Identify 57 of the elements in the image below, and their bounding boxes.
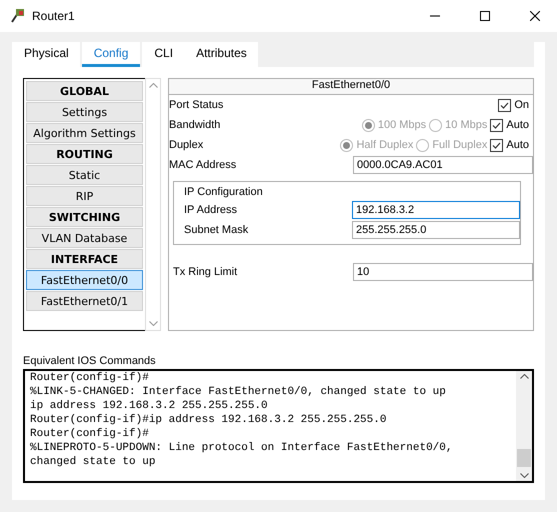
radio-label: 100 Mbps: [378, 119, 426, 131]
scroll-thumb[interactable]: [517, 449, 531, 467]
section-header[interactable]: GLOBAL: [26, 81, 143, 101]
checkbox[interactable]: [490, 118, 504, 132]
panel-title: FastEthernet0/0: [169, 79, 533, 95]
sidebar-item[interactable]: Static: [26, 165, 143, 185]
console-label: Equivalent IOS Commands: [23, 355, 157, 367]
console-line: Router(config-if)#: [30, 427, 150, 441]
field-label: IP Address: [184, 204, 238, 216]
window-title: Router1: [32, 9, 76, 23]
tab[interactable]: Config: [82, 42, 140, 67]
console-line: Router(config-if)#ip address 192.168.3.2 255.255.255.0: [30, 413, 388, 427]
radio-label: Full Duplex: [432, 139, 488, 151]
checkbox[interactable]: [498, 98, 512, 112]
maximize-icon[interactable]: [480, 11, 490, 21]
sidebar-item[interactable]: VLAN Database: [26, 228, 143, 248]
router-icon: [10, 8, 26, 24]
sidebar-item[interactable]: FastEthernet0/0: [26, 270, 143, 290]
sidebar-item[interactable]: Algorithm Settings: [26, 123, 143, 143]
tab[interactable]: Physical: [12, 42, 80, 67]
console-line: %LINK-5-CHANGED: Interface FastEthernet0/0, changed state to up: [30, 385, 447, 399]
scroll-up-icon[interactable]: [520, 374, 528, 379]
checkbox[interactable]: [490, 138, 504, 152]
console-line: ip address 192.168.3.2 255.255.255.0: [30, 399, 269, 413]
field-label: Tx Ring Limit: [173, 266, 238, 278]
tab[interactable]: CLI: [142, 42, 184, 67]
mac-address-field[interactable]: 0000.0CA9.AC01: [353, 156, 533, 174]
sidebar-item[interactable]: FastEthernet0/1: [26, 291, 143, 311]
scroll-up-icon[interactable]: [148, 83, 158, 88]
section-header[interactable]: SWITCHING: [26, 207, 143, 227]
section-header[interactable]: ROUTING: [26, 144, 143, 164]
tx-ring-limit-field[interactable]: 10: [353, 263, 533, 281]
scrollbar[interactable]: [516, 371, 532, 481]
console-line: %LINEPROTO-5-UPDOWN: Line protocol on Interface FastEthernet0/0,: [30, 441, 454, 455]
checkbox-label: On: [514, 99, 529, 111]
checkbox-label: Auto: [506, 139, 529, 151]
field-label: Subnet Mask: [184, 224, 250, 236]
sidebar-item[interactable]: RIP: [26, 186, 143, 206]
console-line: Router(config-if)#: [30, 371, 150, 385]
scrollbar[interactable]: [145, 78, 161, 331]
close-icon[interactable]: [530, 11, 540, 21]
checkbox-label: Auto: [506, 119, 529, 131]
console-line: changed state to up: [30, 455, 156, 469]
group-title: IP Configuration: [184, 186, 264, 198]
ip-address-field[interactable]: 192.168.3.2: [352, 201, 520, 219]
sidebar-item[interactable]: Settings: [26, 102, 143, 122]
section-header[interactable]: INTERFACE: [26, 249, 143, 269]
scroll-down-icon[interactable]: [520, 473, 528, 478]
radio-label: Half Duplex: [356, 139, 414, 151]
field-label: Duplex: [169, 139, 204, 151]
field-label: Bandwidth: [169, 119, 222, 131]
field-label: MAC Address: [169, 159, 238, 171]
scroll-down-icon[interactable]: [148, 321, 158, 326]
radio-label: 10 Mbps: [445, 119, 488, 131]
subnet-mask-field[interactable]: 255.255.255.0: [352, 221, 520, 239]
tab[interactable]: Attributes: [184, 42, 258, 67]
field-label: Port Status: [169, 99, 224, 111]
